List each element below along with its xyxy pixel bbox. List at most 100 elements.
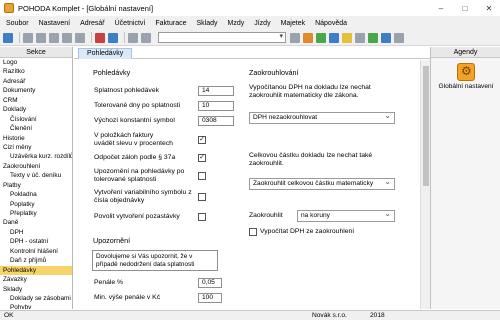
- sidebar-item[interactable]: Zaokrouhlení: [0, 162, 72, 171]
- sidebar-item[interactable]: Poplatky: [0, 200, 72, 209]
- attachment-icon[interactable]: [355, 32, 365, 43]
- new-record-icon[interactable]: [23, 32, 33, 43]
- content-scrollbar[interactable]: [420, 60, 430, 309]
- menu-jizdy[interactable]: Jízdy: [254, 20, 270, 27]
- menu-napoveda[interactable]: Nápověda: [315, 20, 347, 27]
- filter-icon[interactable]: [303, 32, 313, 43]
- polozky-checkbox[interactable]: [198, 136, 206, 144]
- agenda-globalni-nastaveni[interactable]: Globální nastavení: [435, 63, 497, 90]
- sidebar-item[interactable]: Závazky: [0, 275, 72, 284]
- tolerovane-field[interactable]: 10: [198, 101, 234, 111]
- sidebar-item[interactable]: CRM: [0, 96, 72, 105]
- sidebar-item[interactable]: Razítko: [0, 67, 72, 76]
- upozorneni-checkbox[interactable]: [198, 172, 206, 180]
- sections-tree: Logo Razítko Adresář Dokumenty CRM Doklady Čís…: [0, 58, 72, 309]
- vychozi-label: Výchozí konstantní symbol: [94, 117, 175, 124]
- dph-rounding-select[interactable]: DPH nezaokrouhlovat: [249, 111, 395, 124]
- penale-field[interactable]: 0,05: [198, 278, 222, 288]
- maximize-icon[interactable]: □: [454, 0, 476, 16]
- sidebar-item[interactable]: Platby: [0, 181, 72, 190]
- navigate-icon[interactable]: [329, 32, 339, 43]
- upozorneni-textarea[interactable]: Dovolujeme si Vás upozornit, že v případ…: [92, 250, 218, 271]
- global-settings-icon: [457, 63, 475, 81]
- vypocitat-checkbox[interactable]: [249, 228, 257, 236]
- sidebar-item[interactable]: Historie: [0, 134, 72, 143]
- delete-record-icon[interactable]: [62, 32, 72, 43]
- vytvoreni-label: Vytvoření variabilního symbolu z čísla o…: [94, 189, 192, 204]
- upozorneni-label: Upozornění na pohledávky po tolerované s…: [94, 168, 185, 183]
- print-icon[interactable]: [75, 32, 85, 43]
- email-icon[interactable]: [381, 32, 391, 43]
- celkova-description: Celkovou částku dokladu lze nechat také …: [249, 152, 373, 167]
- home-icon[interactable]: [3, 32, 13, 43]
- sidebar-item[interactable]: Pokladna: [0, 190, 72, 199]
- sidebar-item[interactable]: Kontrolní hlášení: [0, 247, 72, 256]
- sidebar-item[interactable]: DPH - ostatní: [0, 237, 72, 246]
- cancel-icon[interactable]: [141, 32, 151, 43]
- sidebar-item[interactable]: Cizí měny: [0, 143, 72, 152]
- sidebar-item[interactable]: Přeplatky: [0, 209, 72, 218]
- odpocet-checkbox[interactable]: [198, 154, 206, 162]
- sidebar-item[interactable]: Doklady: [0, 105, 72, 114]
- upozorneni-title: Upozornění: [93, 236, 131, 245]
- status-ok: OK: [4, 312, 14, 319]
- vytvoreni-checkbox[interactable]: [198, 193, 206, 201]
- total-rounding-select[interactable]: Zaokrouhlit celkovou částku matematicky: [249, 177, 395, 190]
- title-bar: POHODA Komplet - [Globální nastavení]: [0, 0, 500, 16]
- sections-header: Sekce: [0, 47, 72, 58]
- menu-nastaveni[interactable]: Nastavení: [39, 20, 71, 27]
- menu-majetek[interactable]: Majetek: [281, 20, 306, 27]
- sidebar-item[interactable]: Pohyby: [0, 303, 72, 309]
- sidebar-item[interactable]: Logo: [0, 58, 72, 67]
- menu-mzdy[interactable]: Mzdy: [228, 20, 245, 27]
- sidebar-item[interactable]: Uzávěrka kurz. rozdílů: [0, 152, 72, 161]
- toolbar-separator: [19, 32, 20, 43]
- minimize-icon[interactable]: –: [430, 0, 452, 16]
- sidebar-item[interactable]: Sklady: [0, 285, 72, 294]
- penale-label: Penále %: [94, 279, 124, 286]
- tab-bar: Pohledávky: [74, 47, 430, 59]
- povolit-checkbox[interactable]: [198, 213, 206, 221]
- settings-content: Pohledávky Splatnost pohledávek 14 Toler…: [74, 60, 420, 309]
- tab-pohledavky[interactable]: Pohledávky: [78, 48, 133, 59]
- copy-record-icon[interactable]: [49, 32, 59, 43]
- settings-icon[interactable]: [394, 32, 404, 43]
- min-penale-field[interactable]: 100: [198, 293, 222, 303]
- sidebar-item[interactable]: Doklady se zásobami: [0, 294, 72, 303]
- status-year: 2018: [370, 312, 385, 319]
- sidebar-item[interactable]: DPH: [0, 228, 72, 237]
- splatnost-label: Splatnost pohledávek: [94, 87, 159, 94]
- toolbar: [0, 30, 500, 46]
- menu-fakturace[interactable]: Fakturace: [155, 20, 186, 27]
- menu-ucetnictvi[interactable]: Účetnictví: [115, 20, 146, 27]
- sidebar-item[interactable]: Členění: [0, 124, 72, 133]
- refresh-icon[interactable]: [316, 32, 326, 43]
- sidebar-item[interactable]: Číslování: [0, 115, 72, 124]
- sidebar-item[interactable]: Daň z příjmů: [0, 256, 72, 265]
- search-icon[interactable]: [290, 32, 300, 43]
- previous-record-icon[interactable]: [108, 32, 118, 43]
- close-icon[interactable]: ✕: [478, 0, 500, 16]
- vychozi-field[interactable]: 0308: [198, 116, 234, 126]
- menu-adresar[interactable]: Adresář: [80, 20, 105, 27]
- rounding-unit-select[interactable]: na koruny: [297, 209, 395, 222]
- menu-soubor[interactable]: Soubor: [6, 20, 29, 27]
- sidebar-item[interactable]: Pohledávky: [0, 265, 72, 276]
- scrollbar-thumb[interactable]: [423, 66, 429, 186]
- menu-sklady[interactable]: Sklady: [196, 20, 217, 27]
- splatnost-field[interactable]: 14: [198, 86, 234, 96]
- sidebar-item[interactable]: Adresář: [0, 77, 72, 86]
- sidebar-item[interactable]: Texty v úč. deníku: [0, 171, 72, 180]
- edit-record-icon[interactable]: [36, 32, 46, 43]
- window-title: POHODA Komplet - [Globální nastavení]: [18, 3, 154, 13]
- tolerovane-label: Tolerované dny po splatnosti: [94, 102, 181, 109]
- sidebar-item[interactable]: Daně: [0, 218, 72, 227]
- save-icon[interactable]: [128, 32, 138, 43]
- app-icon: [4, 3, 14, 13]
- sidebar-item[interactable]: Dokumenty: [0, 86, 72, 95]
- folder-icon[interactable]: [342, 32, 352, 43]
- quick-search-combo[interactable]: [158, 32, 286, 43]
- first-record-icon[interactable]: [95, 32, 105, 43]
- odpocet-label: Odpočet záloh podle § 37a: [94, 154, 176, 161]
- export-icon[interactable]: [368, 32, 378, 43]
